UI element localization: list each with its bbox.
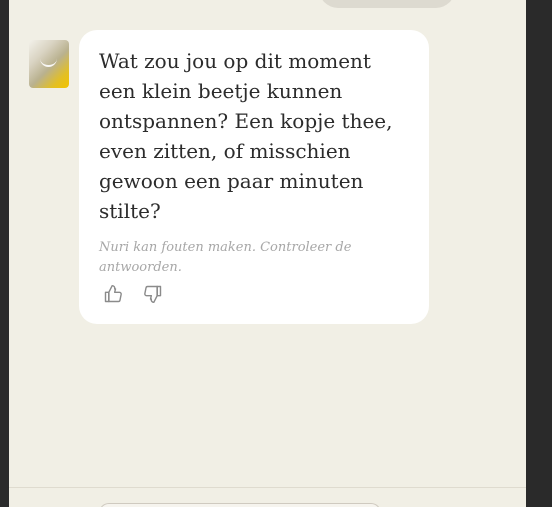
previous-message-bubble <box>319 0 455 8</box>
assistant-message-text: Wat zou jou op dit moment een klein beet… <box>99 49 393 223</box>
scrollbar-track <box>526 0 552 507</box>
assistant-message-card: Wat zou jou op dit moment een klein beet… <box>79 30 429 324</box>
message-actions <box>103 284 163 304</box>
message-disclaimer: Nuri kan fouten maken. Controleer de ant… <box>99 240 352 275</box>
thumbs-down-icon[interactable] <box>143 284 163 304</box>
composer-divider <box>9 487 526 488</box>
composer-input-edge[interactable] <box>99 503 381 507</box>
avatar-smile-mark <box>40 57 57 67</box>
thumbs-up-icon[interactable] <box>103 284 123 304</box>
nuri-avatar-icon <box>29 40 69 88</box>
chat-area: Wat zou jou op dit moment een klein beet… <box>9 0 526 507</box>
